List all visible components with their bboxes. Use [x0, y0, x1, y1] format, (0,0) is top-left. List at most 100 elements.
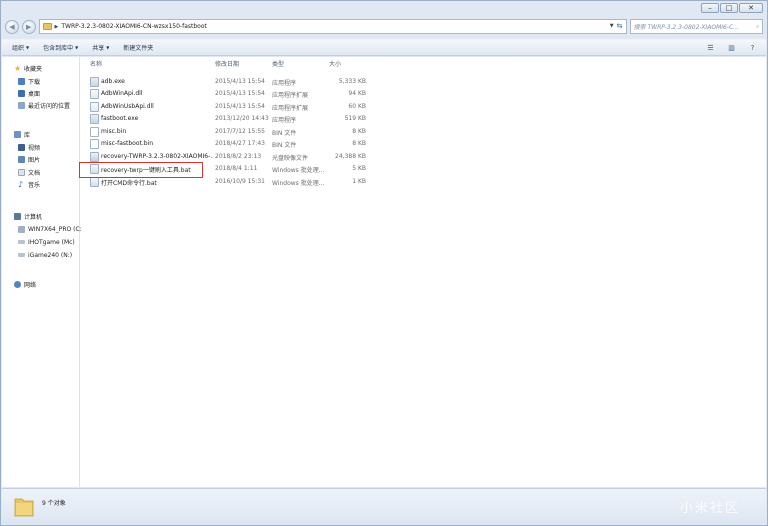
breadcrumb-arrow-icon[interactable]: ▶ — [55, 24, 59, 30]
file-row[interactable]: AdbWinApi.dll 2015/4/13 15:54 应用程序扩展 94 … — [88, 88, 378, 100]
file-row[interactable]: misc-fastboot.bin 2018/4/27 17:43 BIN 文件… — [88, 138, 378, 150]
share-menu[interactable]: 共享 ▼ — [92, 43, 109, 52]
nav-item-label: 音乐 — [28, 181, 41, 189]
column-header-type[interactable]: 类型 — [272, 59, 284, 68]
file-name: misc-fastboot.bin — [101, 140, 154, 147]
drive-icon — [18, 225, 25, 233]
status-bar: 9 个对象 小米社区 — [2, 488, 766, 524]
nav-network[interactable]: 网络 — [14, 279, 36, 289]
new-folder-button[interactable]: 新建文件夹 — [123, 43, 153, 52]
nav-item-music[interactable]: ♪ 音乐 — [18, 179, 40, 189]
nav-item-label: 视频 — [28, 144, 41, 152]
maximize-button[interactable]: □ — [720, 3, 738, 13]
file-modified: 2017/7/12 15:55 — [215, 128, 265, 135]
forward-button[interactable]: ▶ — [21, 19, 36, 34]
nav-item-label: WIN7X64_PRO (C: — [28, 225, 82, 233]
column-header-name[interactable]: 名称 — [90, 59, 102, 68]
batch-file-icon — [90, 177, 99, 187]
dll-icon — [90, 89, 99, 99]
nav-favorites-label: 收藏夹 — [24, 65, 43, 73]
address-row: ◀ ▶ ▶ TWRP-3.2.3-0802-XIAOMI6-CN-wzsx150… — [5, 18, 764, 35]
search-icon: ⌕ — [755, 22, 760, 30]
nav-item-label: iGame240 (N:) — [28, 251, 73, 259]
downloads-icon — [18, 77, 25, 85]
dll-icon — [90, 102, 99, 112]
highlight-annotation-box — [79, 162, 203, 178]
file-modified: 2013/12/20 14:43 — [215, 115, 269, 122]
search-input[interactable]: 搜索 TWRP-3.2.3-0802-XIAOMI6-C... ⌕ — [629, 19, 764, 34]
watermark: 小米社区 — [679, 501, 740, 516]
file-row[interactable]: AdbWinUsbApi.dll 2015/4/13 15:54 应用程序扩展 … — [88, 101, 378, 113]
desktop-icon — [18, 89, 25, 97]
file-modified: 2015/4/13 15:54 — [215, 103, 265, 110]
music-icon: ♪ — [18, 179, 24, 189]
back-button[interactable]: ◀ — [5, 19, 19, 34]
close-button[interactable]: ✕ — [739, 3, 763, 13]
column-headers: 名称 修改日期 类型 大小 — [84, 59, 766, 71]
file-size: 8 KB — [352, 140, 366, 147]
refresh-button[interactable]: ⇆ — [615, 21, 625, 32]
minimize-button[interactable]: – — [701, 3, 719, 13]
nav-item-drive-c[interactable]: WIN7X64_PRO (C: — [18, 224, 82, 234]
file-type: BIN 文件 — [272, 142, 297, 149]
preview-pane-icon[interactable]: ▥ — [726, 43, 737, 53]
column-header-size[interactable]: 大小 — [329, 59, 341, 68]
file-type: Windows 批处理... — [272, 167, 325, 174]
nav-item-label: 文档 — [28, 169, 41, 177]
network-icon — [14, 280, 21, 288]
nav-computer[interactable]: 计算机 — [14, 211, 42, 221]
help-icon[interactable]: ? — [747, 43, 758, 53]
nav-item-downloads[interactable]: 下载 — [18, 76, 40, 86]
nav-libraries[interactable]: 库 — [14, 129, 30, 139]
file-type: 应用程序扩展 — [272, 105, 309, 112]
disc-image-icon — [90, 152, 99, 162]
file-modified: 2018/4/27 17:43 — [215, 140, 265, 147]
nav-item-label: IHOTgame (Mc) — [28, 238, 75, 246]
chevron-down-icon: ▼ — [106, 45, 110, 50]
organize-label: 组织 — [12, 45, 25, 52]
address-bar[interactable]: ▶ TWRP-3.2.3-0802-XIAOMI6-CN-wzsx150-fas… — [38, 19, 627, 34]
exe-icon — [90, 77, 99, 87]
nav-item-drive-m[interactable]: IHOTgame (Mc) — [18, 237, 75, 247]
file-name: misc.bin — [101, 128, 127, 135]
file-row[interactable]: fastboot.exe 2013/12/20 14:43 应用程序 519 K… — [88, 113, 378, 125]
nav-item-pictures[interactable]: 图片 — [18, 154, 40, 164]
nav-item-label: 最近访问的位置 — [28, 102, 71, 110]
nav-item-documents[interactable]: 文档 — [18, 167, 40, 177]
file-modified: 2015/4/13 15:54 — [215, 90, 265, 97]
nav-computer-label: 计算机 — [24, 213, 43, 221]
bin-icon — [90, 127, 99, 137]
file-type: 应用程序 — [272, 117, 297, 124]
new-folder-label: 新建文件夹 — [123, 45, 154, 52]
nav-item-desktop[interactable]: 桌面 — [18, 88, 40, 98]
back-arrow-icon: ◀ — [9, 22, 15, 31]
file-size: 8 KB — [352, 128, 366, 135]
chevron-down-icon: ▼ — [26, 45, 30, 50]
file-size: 5,333 KB — [338, 78, 366, 85]
recent-places-icon — [18, 101, 25, 109]
file-modified: 2016/10/9 15:31 — [215, 178, 265, 185]
file-name: AdbWinUsbApi.dll — [101, 103, 154, 110]
file-row[interactable]: adb.exe 2015/4/13 15:54 应用程序 5,333 KB — [88, 76, 378, 88]
organize-menu[interactable]: 组织 ▼ — [12, 43, 29, 52]
file-modified: 2018/8/2 23:13 — [215, 153, 262, 160]
include-in-library-menu[interactable]: 包含到库中 ▼ — [43, 43, 78, 52]
address-path[interactable]: TWRP-3.2.3-0802-XIAOMI6-CN-wzsx150-fastb… — [61, 23, 206, 30]
share-label: 共享 — [92, 45, 105, 52]
nav-libraries-label: 库 — [24, 131, 31, 139]
nav-favorites[interactable]: ★ 收藏夹 — [14, 63, 42, 73]
nav-item-recent-places[interactable]: 最近访问的位置 — [18, 100, 70, 110]
view-options-icon[interactable]: ☰ — [705, 43, 716, 53]
nav-item-label: 图片 — [28, 156, 41, 164]
column-header-modified[interactable]: 修改日期 — [215, 59, 239, 68]
address-dropdown-icon[interactable]: ▼ — [610, 23, 614, 29]
file-name: 打开CMD命令行.bat — [101, 180, 157, 187]
nav-network-label: 网络 — [24, 281, 37, 289]
library-icon — [14, 130, 21, 138]
file-size: 24,388 KB — [335, 153, 366, 160]
file-row[interactable]: misc.bin 2017/7/12 15:55 BIN 文件 8 KB — [88, 126, 378, 138]
file-modified: 2018/8/4 1:11 — [215, 165, 258, 172]
star-icon: ★ — [14, 63, 22, 73]
nav-item-drive-n[interactable]: iGame240 (N:) — [18, 250, 72, 260]
nav-item-videos[interactable]: 视频 — [18, 142, 40, 152]
